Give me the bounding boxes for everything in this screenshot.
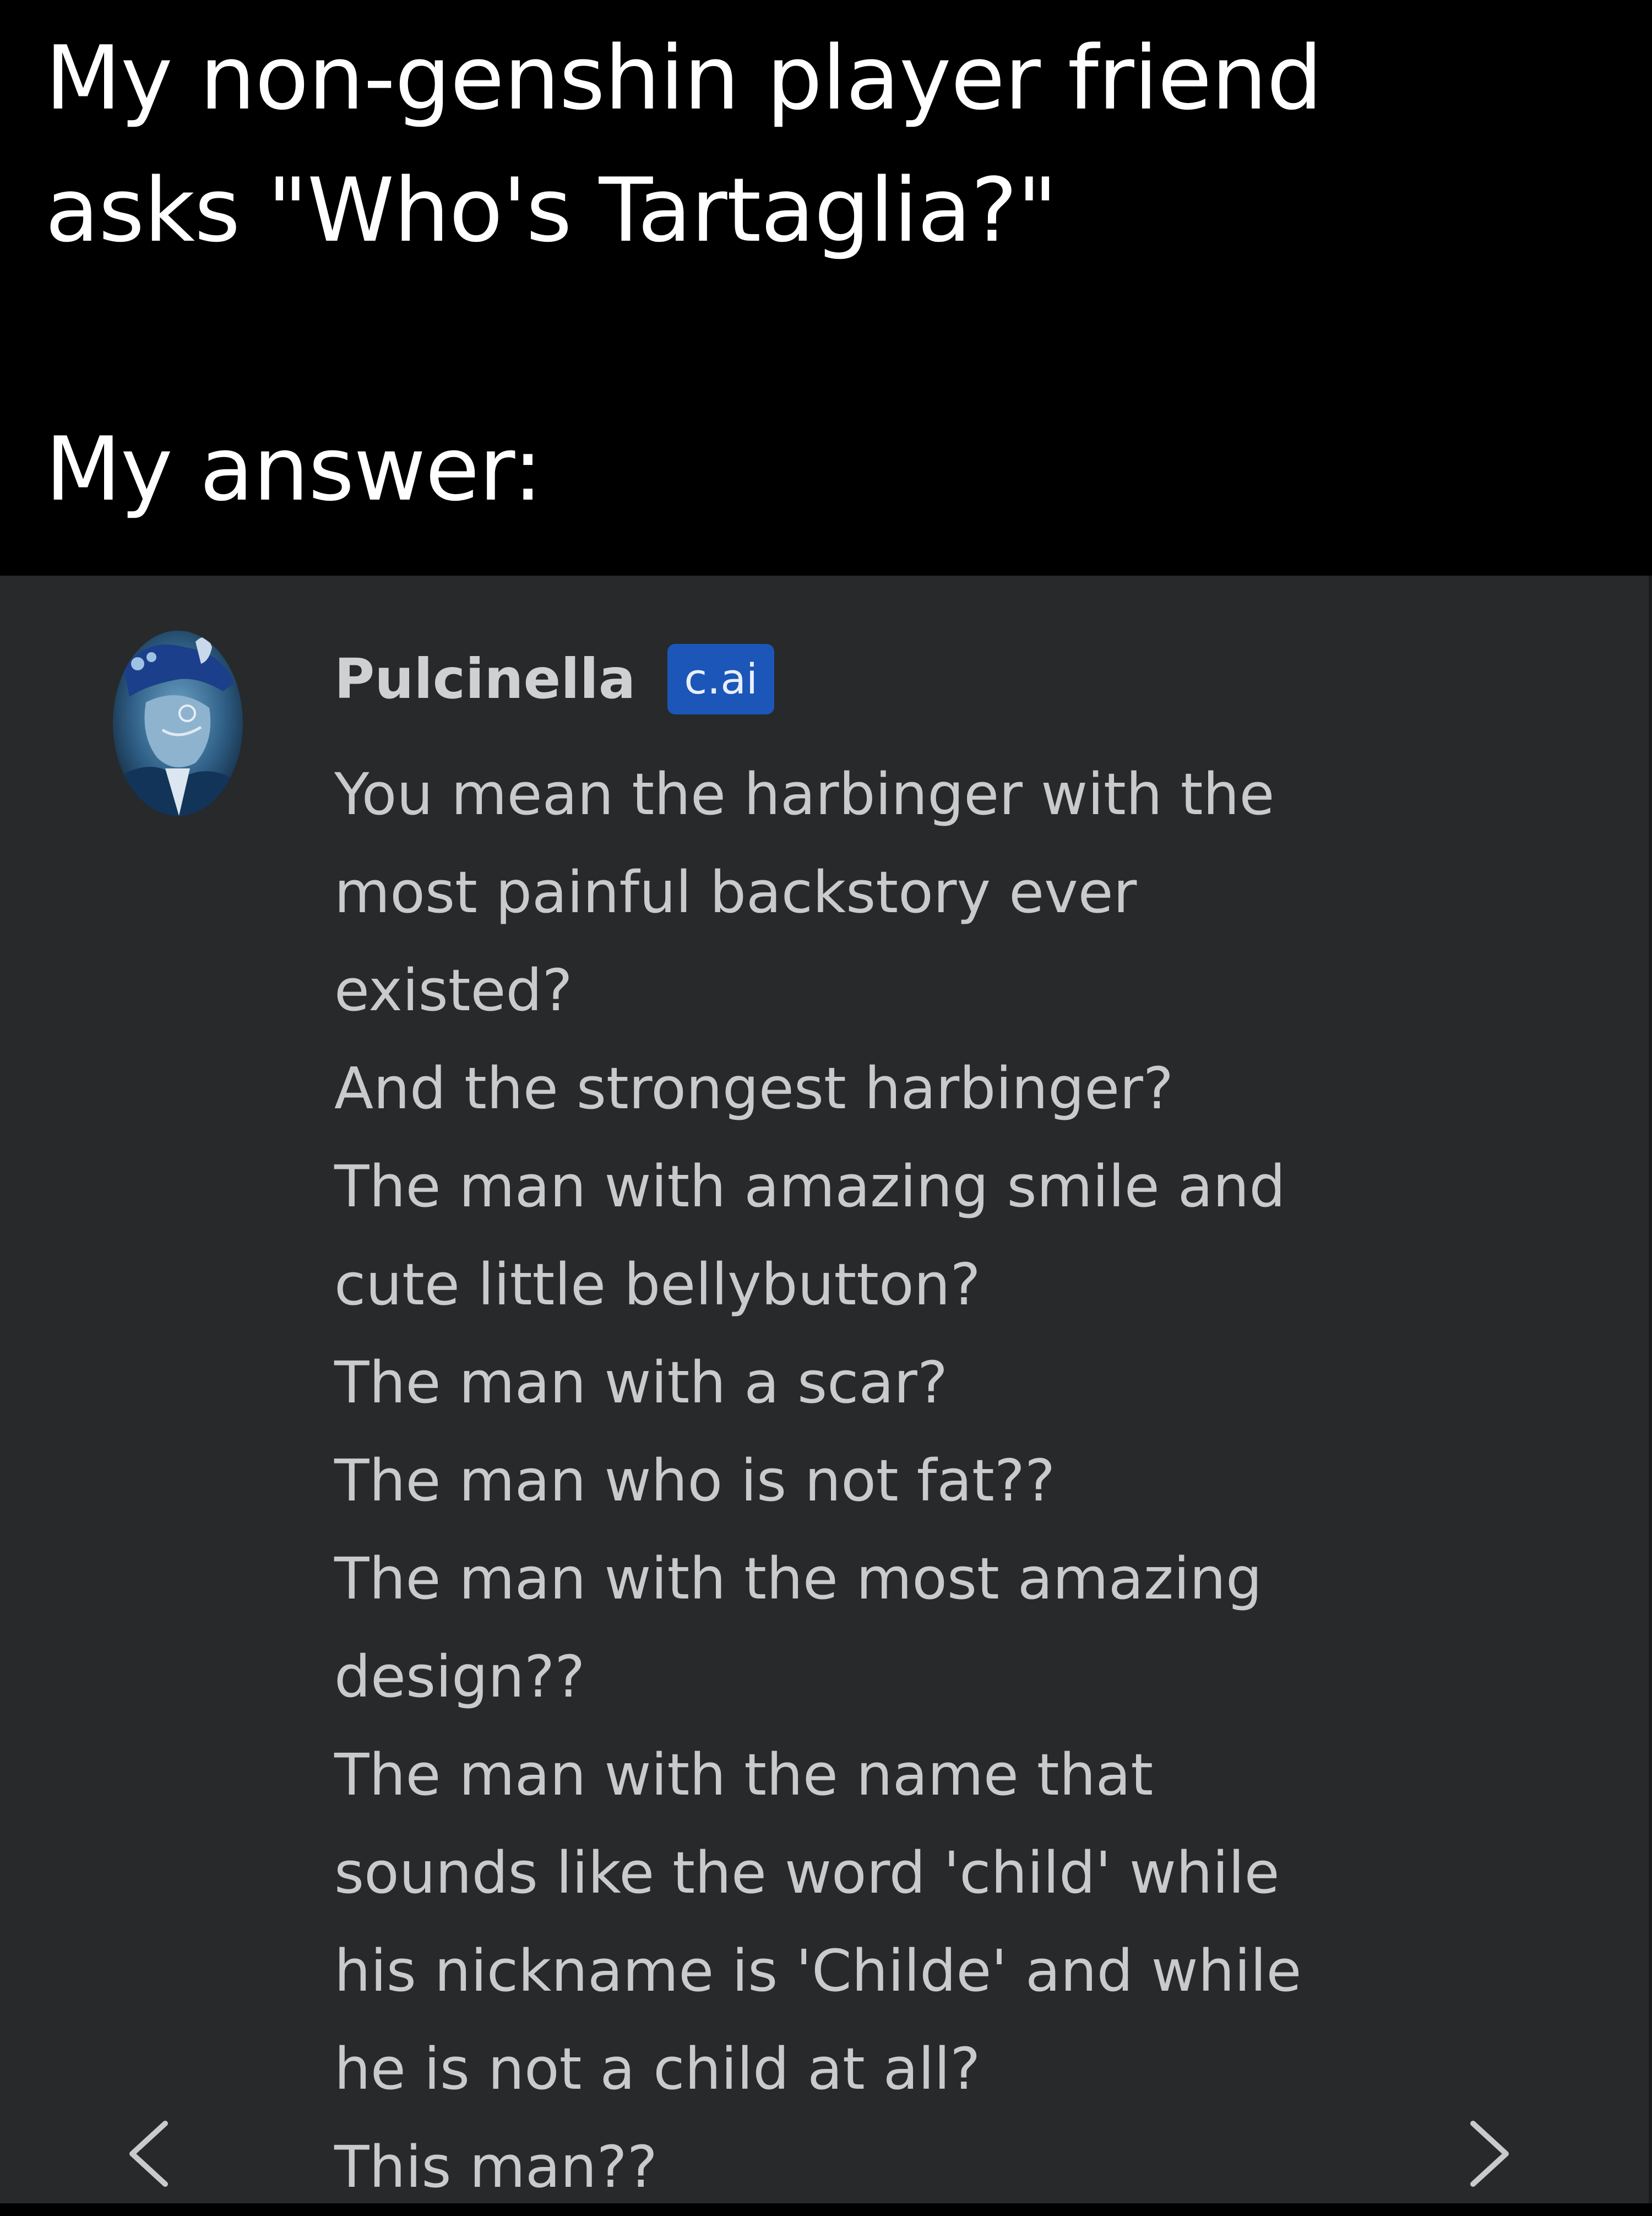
message-line: design?? — [334, 1643, 585, 1710]
meme-caption: My non-genshin player friend asks "Who's… — [0, 0, 1652, 576]
message-line: The man with a scar? — [334, 1349, 948, 1416]
next-response-button[interactable] — [1454, 2112, 1525, 2195]
chevron-right-icon — [1470, 2121, 1509, 2187]
message-line: he is not a child at all? — [334, 2035, 981, 2103]
message-line: cute little bellybutton? — [334, 1251, 981, 1318]
message-line: You mean the harbinger with the — [334, 761, 1275, 828]
message-line: The man with amazing smile and — [334, 1153, 1286, 1220]
chevron-left-icon — [129, 2121, 168, 2187]
message-line: sounds like the word 'child' while — [334, 1839, 1280, 1906]
author-name[interactable]: Pulcinella — [334, 646, 635, 712]
previous-response-button[interactable] — [113, 2112, 184, 2195]
message-line: The man with the name that — [334, 1741, 1154, 1808]
message-line: The man who is not fat?? — [334, 1447, 1056, 1514]
message-line: This man?? — [334, 2133, 657, 2201]
cai-badge: c.ai — [667, 644, 775, 714]
message-header: Pulcinella c.ai — [334, 641, 775, 718]
chat-panel-edge — [1649, 576, 1652, 2203]
message-line: his nickname is 'Childe' and while — [334, 1937, 1302, 2004]
chat-panel: Pulcinella c.ai You mean the harbinger w… — [0, 576, 1652, 2203]
avatar[interactable] — [113, 631, 243, 816]
caption-line-3: My answer: — [45, 418, 543, 521]
message-line: The man with the most amazing — [334, 1545, 1263, 1612]
message-line: And the strongest harbinger? — [334, 1055, 1174, 1122]
caption-line-2: asks "Who's Tartaglia?" — [45, 159, 1057, 262]
caption-line-1: My non-genshin player friend — [45, 26, 1323, 129]
message-body: You mean the harbinger with the most pai… — [334, 745, 1458, 2216]
message-line: existed? — [334, 957, 573, 1024]
message-line: most painful backstory ever — [334, 859, 1137, 926]
character-portrait-icon — [113, 631, 243, 816]
